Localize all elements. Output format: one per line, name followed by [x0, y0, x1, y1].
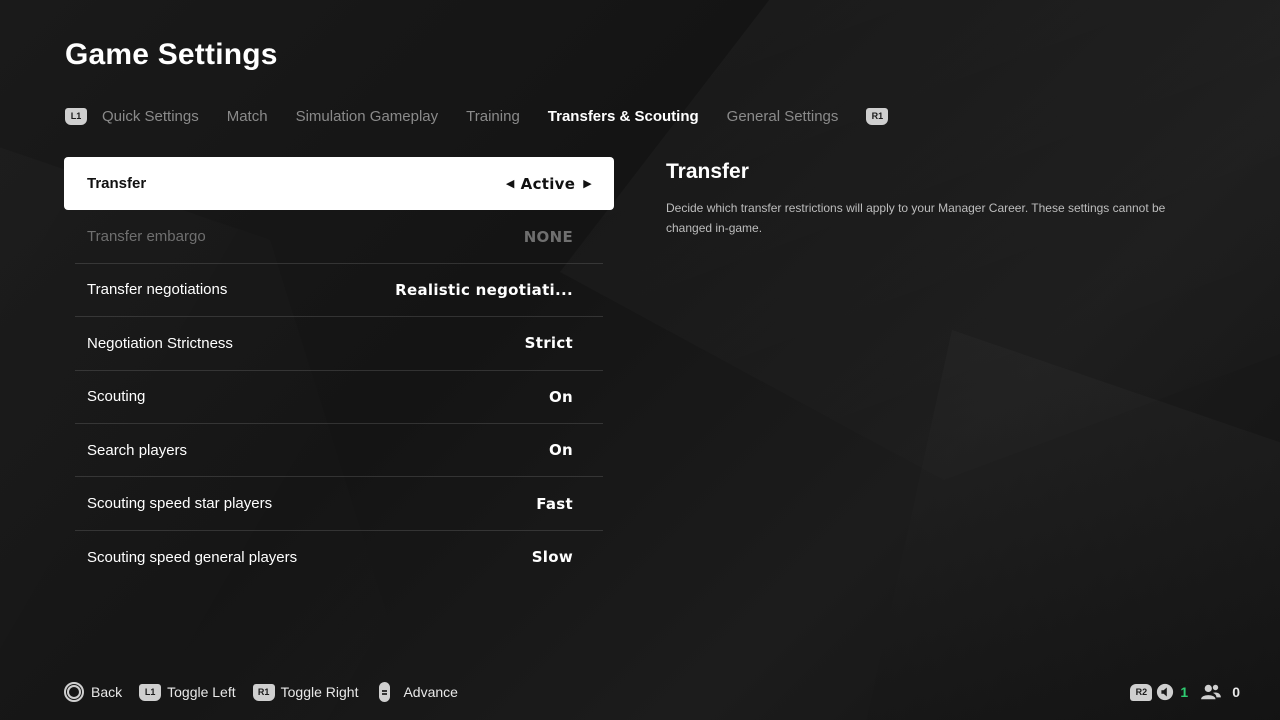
setting-value: Active — [520, 174, 576, 193]
back-label: Back — [91, 684, 123, 700]
setting-label: Scouting speed star players — [87, 495, 273, 513]
setting-row-transfer-embargo: Transfer embargo NONE — [75, 210, 603, 264]
options-button-icon — [379, 682, 391, 702]
setting-label: Transfer negotiations — [87, 281, 228, 299]
tab-match[interactable]: Match — [227, 108, 268, 125]
r1-button-icon: R1 — [252, 683, 275, 701]
setting-label: Search players — [87, 441, 188, 459]
r2-button-icon: R2 — [1130, 683, 1153, 701]
party-count: 0 — [1232, 684, 1240, 700]
setting-label: Negotiation Strictness — [87, 334, 233, 352]
toggle-right-label: Toggle Right — [280, 684, 359, 700]
setting-row-scouting-speed-general[interactable]: Scouting speed general players Slow — [75, 531, 603, 584]
setting-label: Scouting speed general players — [87, 548, 298, 566]
detail-panel: Transfer Decide which transfer restricti… — [666, 160, 1166, 238]
setting-row-transfer-negotiations[interactable]: Transfer negotiations Realistic negotiat… — [75, 264, 603, 318]
setting-value: Slow — [531, 548, 573, 567]
back-hint[interactable]: Back — [64, 682, 122, 702]
status-area: R2 1 0 — [1130, 680, 1240, 704]
setting-value: On — [548, 441, 573, 460]
setting-value: On — [548, 387, 573, 406]
advance-hint[interactable]: Advance — [375, 682, 458, 702]
voice-chat-icon — [1157, 683, 1174, 701]
setting-row-scouting[interactable]: Scouting On — [75, 371, 603, 424]
setting-value-selector[interactable]: ◀ Active ▶ — [506, 175, 592, 193]
tab-simulation-gameplay[interactable]: Simulation Gameplay — [296, 108, 439, 125]
party-icon — [1201, 684, 1222, 700]
advance-label: Advance — [403, 684, 458, 700]
toggle-right-hint[interactable]: R1 Toggle Right — [252, 683, 359, 701]
page-title: Game Settings — [65, 38, 278, 71]
l1-button-icon[interactable]: L1 — [65, 107, 87, 125]
settings-list: Transfer ◀ Active ▶ Transfer embargo NON… — [64, 157, 614, 584]
setting-label: Transfer — [87, 175, 147, 193]
tab-transfers-scouting[interactable]: Transfers & Scouting — [548, 108, 699, 125]
tab-training[interactable]: Training — [466, 108, 520, 125]
voice-count: 1 — [1180, 684, 1189, 700]
setting-row-negotiation-strictness[interactable]: Negotiation Strictness Strict — [75, 317, 603, 371]
setting-value: Fast — [536, 494, 573, 513]
button-hints: Back L1 Toggle Left R1 Toggle Right Adva… — [64, 680, 475, 704]
r1-button-icon[interactable]: R1 — [866, 107, 889, 125]
arrow-right-icon[interactable]: ▶ — [583, 177, 592, 190]
arrow-left-icon[interactable]: ◀ — [506, 177, 515, 190]
setting-row-search-players[interactable]: Search players On — [75, 424, 603, 478]
setting-value: Strict — [524, 334, 573, 353]
tab-quick-settings[interactable]: Quick Settings — [102, 108, 199, 125]
l1-button-icon: L1 — [139, 683, 162, 701]
tab-bar: L1 Quick Settings Match Simulation Gamep… — [65, 104, 889, 128]
setting-value: Realistic negotiati... — [395, 280, 573, 299]
setting-label: Transfer embargo — [87, 228, 206, 246]
setting-row-scouting-speed-star[interactable]: Scouting speed star players Fast — [75, 477, 603, 531]
tab-general-settings[interactable]: General Settings — [727, 108, 839, 125]
detail-title: Transfer — [666, 160, 749, 183]
detail-description: Decide which transfer restrictions will … — [666, 201, 1166, 235]
toggle-left-hint[interactable]: L1 Toggle Left — [139, 683, 236, 701]
setting-label: Scouting — [87, 388, 146, 406]
setting-row-transfer[interactable]: Transfer ◀ Active ▶ — [64, 157, 614, 211]
toggle-left-label: Toggle Left — [167, 684, 236, 700]
circle-button-icon — [64, 682, 84, 702]
setting-value: NONE — [523, 227, 573, 246]
